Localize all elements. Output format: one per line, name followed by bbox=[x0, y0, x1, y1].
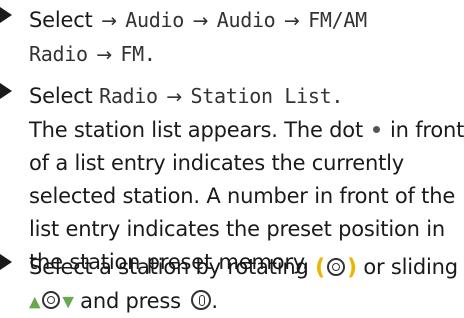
triangle-bullet-icon bbox=[0, 254, 12, 270]
step-3-text: . bbox=[211, 289, 217, 313]
desc-text: in front bbox=[390, 118, 464, 142]
select-word: Select bbox=[29, 84, 93, 108]
menu-fm-am: FM/AM bbox=[308, 8, 367, 32]
desc-line-2: of a list entry indicates the currently bbox=[29, 147, 459, 180]
triangle-bullet-icon bbox=[0, 7, 12, 23]
controller-press-icon bbox=[191, 290, 211, 310]
controller-slide-icon: ▲▼ bbox=[29, 289, 74, 313]
desc-line-1: The station list appears. The dotin fron… bbox=[29, 114, 459, 147]
menu-radio: Radio bbox=[99, 84, 158, 108]
step-1-line-2: Radio → FM. bbox=[29, 38, 459, 72]
arrow-icon: → bbox=[191, 10, 211, 32]
menu-audio: Audio bbox=[125, 8, 184, 32]
menu-station-list: Station List. bbox=[191, 84, 344, 108]
step-1-content: Select → Audio → Audio → FM/AM Radio → F… bbox=[29, 4, 459, 72]
step-3-content: Select a station by rotating () or slidi… bbox=[29, 251, 459, 318]
step-1-line-1: Select → Audio → Audio → FM/AM bbox=[29, 4, 459, 38]
arrow-icon: → bbox=[282, 10, 302, 32]
arrow-icon: → bbox=[164, 86, 184, 108]
step-3-text: and press bbox=[80, 289, 181, 313]
step-2-line-1: Select Radio → Station List. bbox=[29, 80, 459, 114]
arrow-icon: → bbox=[94, 44, 114, 66]
step-2-content: Select Radio → Station List. The station… bbox=[29, 80, 459, 279]
desc-text: The station list appears. The dot bbox=[29, 118, 363, 142]
selected-dot-icon bbox=[373, 126, 380, 133]
controller-rotate-icon: () bbox=[315, 255, 357, 279]
step-3-text: Select a station by rotating bbox=[29, 255, 309, 279]
step-3-line-1: Select a station by rotating () or slidi… bbox=[29, 251, 459, 285]
select-word: Select bbox=[29, 8, 93, 32]
desc-line-3: selected station. A number in front of t… bbox=[29, 180, 459, 213]
menu-audio-sub: Audio bbox=[217, 8, 276, 32]
step-3-text: or sliding bbox=[363, 255, 458, 279]
arrow-icon: → bbox=[99, 10, 119, 32]
menu-fm: FM. bbox=[120, 42, 155, 66]
menu-radio: Radio bbox=[29, 42, 88, 66]
step-3-line-2: ▲▼ and press . bbox=[29, 285, 459, 318]
desc-line-4: list entry indicates the preset position… bbox=[29, 213, 459, 246]
triangle-bullet-icon bbox=[0, 83, 12, 99]
